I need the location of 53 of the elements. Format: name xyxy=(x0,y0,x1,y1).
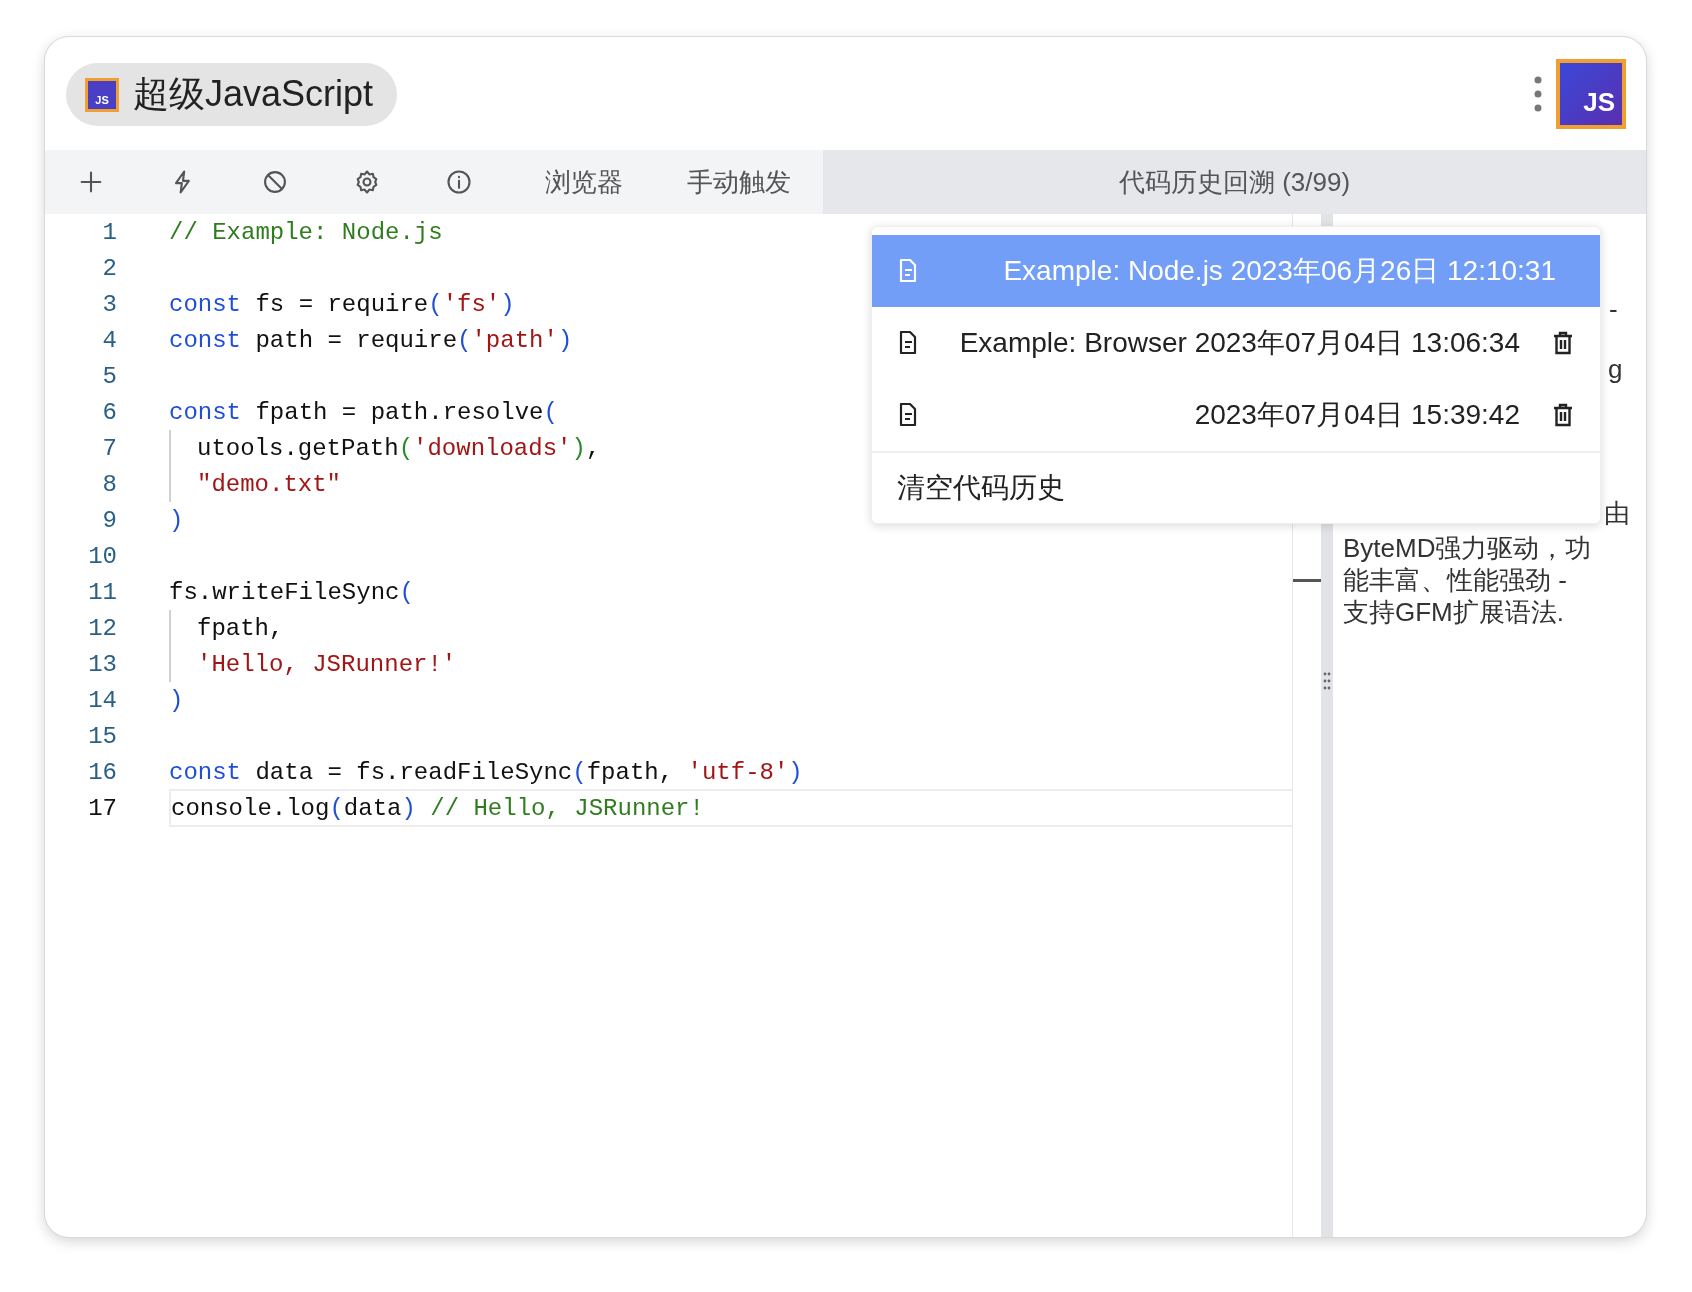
code-line: const fpath = path.resolve( xyxy=(169,398,558,426)
stop-icon xyxy=(261,168,289,196)
line-number: 4 xyxy=(101,326,117,354)
code-line: "demo.txt" xyxy=(197,470,342,498)
history-item[interactable]: Example: Browser 2023年07月04日 13:06:34 xyxy=(872,307,1600,379)
document-icon xyxy=(897,330,919,356)
info-icon xyxy=(445,168,473,196)
code-line: const data = fs.readFileSync(fpath, 'utf-8') xyxy=(169,758,803,786)
line-number: 5 xyxy=(101,362,117,390)
code-line: // Example: Node.js xyxy=(169,218,443,246)
line-number: 10 xyxy=(87,542,117,570)
code-line: fpath, xyxy=(197,614,284,642)
delete-icon[interactable] xyxy=(1552,403,1574,427)
line-number: 14 xyxy=(87,686,117,714)
code-line: console.log(data) // Hello, JSRunner! xyxy=(171,794,704,822)
preview-text: g xyxy=(1608,354,1623,385)
toolbar-tab[interactable]: 浏览器 xyxy=(505,150,655,214)
code-line: fs.writeFileSync( xyxy=(169,578,414,606)
line-number: 17 xyxy=(87,794,117,822)
line-number: 6 xyxy=(101,398,117,426)
more-icon[interactable] xyxy=(1534,75,1542,112)
line-number: 11 xyxy=(87,578,117,606)
line-number: 13 xyxy=(87,650,117,678)
delete-icon[interactable] xyxy=(1552,331,1574,355)
code-line: 'Hello, JSRunner!' xyxy=(197,650,457,678)
app-title: 超级JavaScript xyxy=(133,72,374,116)
preview-paragraph: ByteMD强力驱动，功 能丰富、性能强劲 - 支持GFM扩展语法. xyxy=(1343,532,1592,626)
line-number: 2 xyxy=(101,254,117,282)
app-title-pill[interactable]: JS 超级JavaScript xyxy=(66,63,398,126)
history-item[interactable]: 2023年07月04日 15:39:42 xyxy=(872,379,1600,453)
line-number: 9 xyxy=(101,506,117,534)
line-number: 15 xyxy=(87,722,117,750)
code-line: const fs = require('fs') xyxy=(169,290,515,318)
clear-history-item[interactable]: 清空代码历史 xyxy=(872,453,1600,523)
toolbar-tab[interactable]: 手动触发 xyxy=(655,150,823,214)
app-logo: JS xyxy=(85,77,119,112)
line-number: 3 xyxy=(101,290,117,318)
preview-text: 由 xyxy=(1604,497,1630,530)
line-number: 12 xyxy=(87,614,117,642)
document-icon xyxy=(897,258,919,284)
preview-text: - xyxy=(1609,294,1618,325)
toolbar-tab[interactable]: 代码历史回溯 (3/99) xyxy=(823,150,1646,214)
document-icon xyxy=(897,402,919,428)
app-logo[interactable]: JS xyxy=(1556,58,1626,129)
line-number: 1 xyxy=(101,218,117,246)
line-number: 16 xyxy=(87,758,117,786)
line-number: 8 xyxy=(101,470,117,498)
code-line: ) xyxy=(169,686,184,714)
code-line: const path = require('path') xyxy=(169,326,573,354)
line-number: 7 xyxy=(101,434,117,462)
code-line: ) xyxy=(169,506,184,534)
grip-icon[interactable] xyxy=(1323,671,1331,690)
code-line: utools.getPath('downloads'), xyxy=(197,434,601,462)
